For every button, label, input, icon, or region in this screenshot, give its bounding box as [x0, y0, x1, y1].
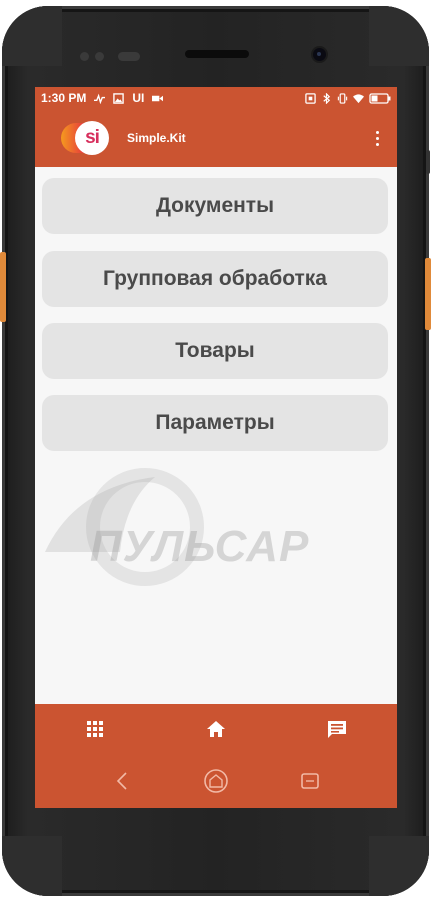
device-bumper [369, 836, 429, 896]
more-vert-icon[interactable] [365, 124, 389, 152]
bluetooth-icon [323, 92, 331, 104]
apps-grid-icon [87, 721, 104, 737]
recents-icon [301, 773, 319, 789]
back-icon [116, 772, 127, 790]
watermark-swoosh-icon [45, 468, 204, 586]
image-icon [113, 92, 125, 104]
front-camera [313, 48, 326, 61]
home-icon [206, 721, 225, 737]
device-bumper [2, 836, 62, 896]
watermark: ПУЛЬСАР [35, 457, 397, 587]
system-nav-bar [35, 754, 397, 808]
screen: 1:30 PM UI si Simple.Kit ПУЛЬСАР Докумен… [35, 87, 397, 808]
app-title: Simple.Kit [127, 131, 186, 145]
system-home-button[interactable] [201, 766, 231, 796]
home-button[interactable] [196, 709, 236, 749]
status-bar: 1:30 PM UI [35, 87, 397, 109]
proximity-sensor [80, 52, 89, 61]
power-key[interactable] [426, 150, 430, 174]
app-logo: si [61, 121, 109, 155]
device-bumper [369, 6, 429, 66]
watermark-text: ПУЛЬСАР [90, 522, 310, 571]
wifi-icon [353, 93, 364, 103]
app-logo-badge: si [75, 121, 109, 155]
light-sensor [95, 52, 104, 61]
vibrate-icon [337, 92, 348, 104]
chat-icon [327, 720, 346, 738]
side-scan-key-right[interactable] [425, 258, 431, 330]
main-menu: ПУЛЬСАР Документы Групповая обработка То… [35, 167, 397, 704]
parameters-button[interactable]: Параметры [42, 395, 388, 451]
status-time: 1:30 PM [41, 91, 87, 105]
chat-button[interactable] [317, 709, 357, 749]
documents-button[interactable]: Документы [42, 178, 388, 234]
batch-processing-button[interactable]: Групповая обработка [42, 251, 388, 307]
side-scan-key-left[interactable] [0, 252, 6, 322]
nfc-icon [305, 92, 316, 104]
home-circle-icon [204, 769, 228, 793]
goods-button[interactable]: Товары [42, 323, 388, 379]
video-icon [152, 95, 164, 101]
apps-grid-button[interactable] [75, 709, 115, 749]
app-bar: si Simple.Kit [35, 109, 397, 167]
activity-icon [94, 93, 106, 104]
system-recents-button[interactable] [295, 766, 325, 796]
sensor-window [118, 52, 140, 61]
battery-icon [369, 92, 391, 104]
status-ui-label: UI [132, 91, 145, 105]
system-back-button[interactable] [107, 766, 137, 796]
device-bumper [2, 6, 62, 66]
bottom-nav [35, 704, 397, 754]
earpiece-speaker [185, 50, 249, 58]
